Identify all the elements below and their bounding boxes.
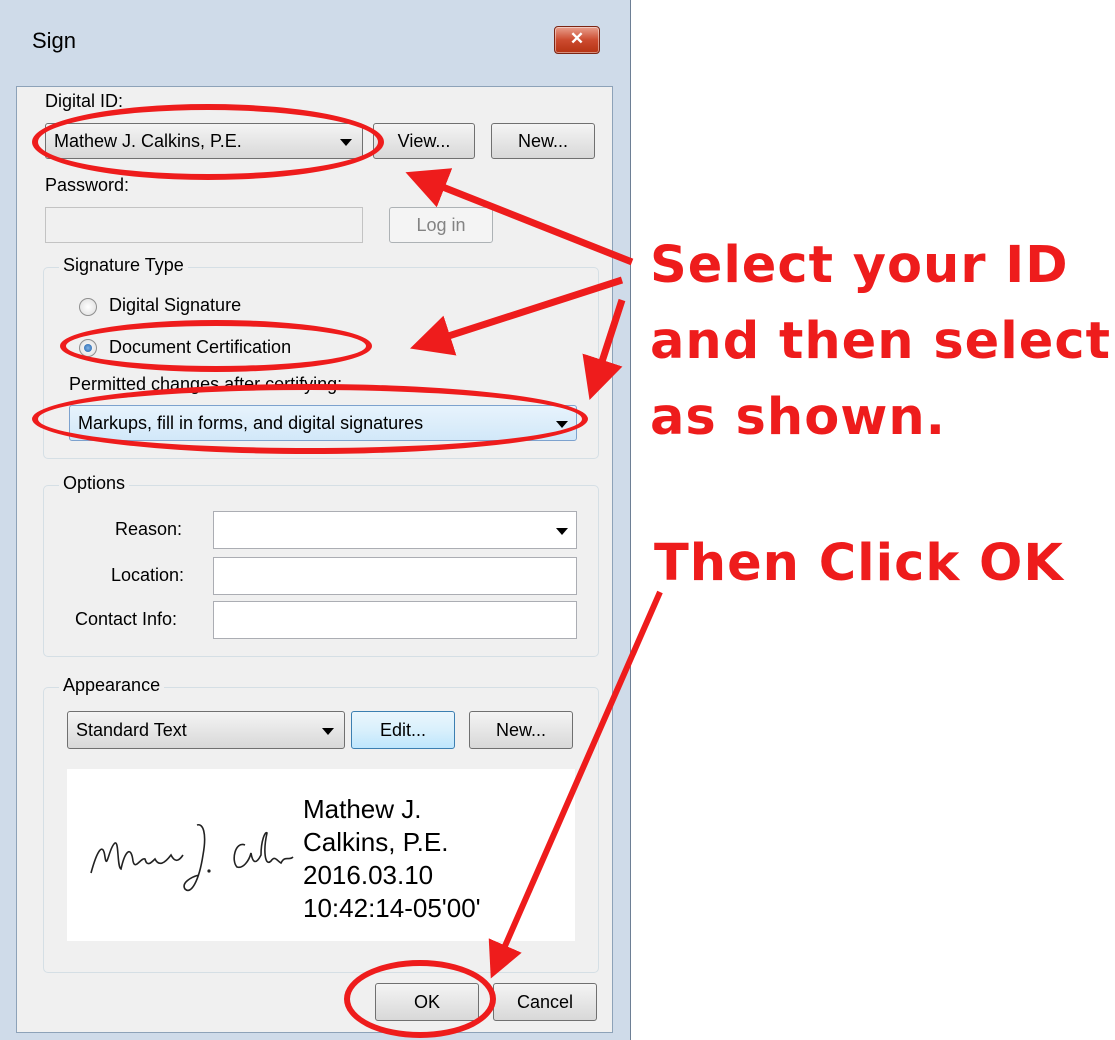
arrow-to-ok [488, 590, 663, 979]
arrow-to-digital-id [405, 168, 634, 266]
annotation-line-1: Select your ID [650, 236, 1069, 295]
annotation-line-3: as shown. [650, 388, 947, 447]
arrow-to-permitted-changes [582, 298, 626, 400]
annotation-arrows [405, 168, 663, 979]
annotation-line-2: and then select [650, 312, 1111, 371]
arrow-to-certification [410, 276, 624, 356]
annotation-click-ok: Then Click OK [654, 534, 1064, 593]
